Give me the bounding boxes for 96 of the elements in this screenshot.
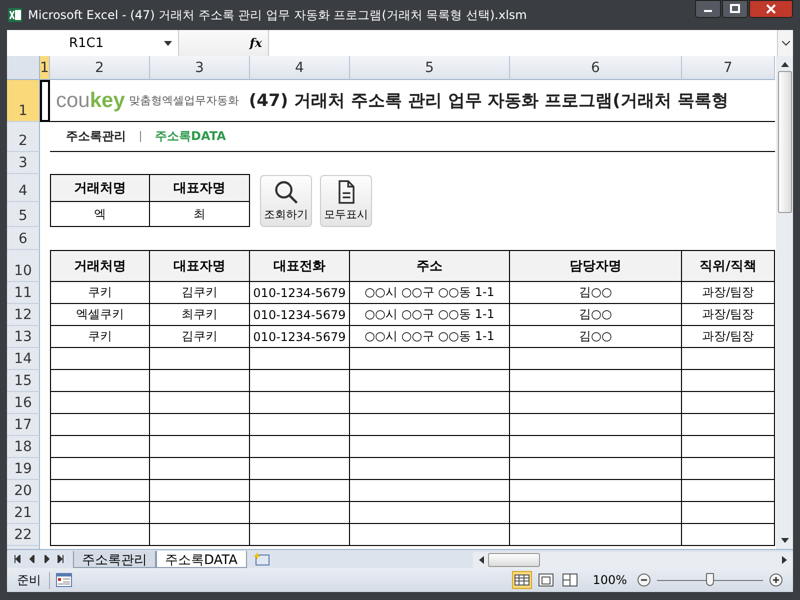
sheet-tab[interactable]: 주소록DATA bbox=[156, 551, 246, 568]
row-header[interactable]: 1 bbox=[7, 80, 40, 122]
document-button[interactable]: 모두표시 bbox=[320, 174, 372, 226]
sheet-title: (47) 거래처 주소록 관리 업무 자동화 프로그램(거래처 목록형 bbox=[248, 90, 728, 112]
row-header[interactable]: 22 bbox=[7, 524, 40, 546]
column-heading: 주소 bbox=[350, 250, 510, 282]
column-header[interactable]: 5 bbox=[350, 56, 510, 80]
table-cell: ○○시 ○○구 ○○동 1-1 bbox=[350, 282, 510, 304]
row-header[interactable]: 10 bbox=[7, 250, 40, 282]
column-header[interactable]: 1 bbox=[40, 56, 50, 80]
close-button[interactable] bbox=[749, 0, 793, 18]
row-header[interactable]: 12 bbox=[7, 304, 40, 326]
table-cell: ○○시 ○○구 ○○동 1-1 bbox=[350, 326, 510, 348]
active-cell[interactable] bbox=[40, 80, 50, 122]
zoom-level[interactable]: 100% bbox=[592, 573, 627, 587]
column-header[interactable]: 7 bbox=[682, 56, 775, 80]
table-cell: 최쿠키 bbox=[150, 304, 250, 326]
row-header[interactable]: 16 bbox=[7, 392, 40, 414]
row-header[interactable]: 13 bbox=[7, 326, 40, 348]
scroll-left-icon[interactable] bbox=[479, 556, 484, 564]
minimize-button[interactable] bbox=[695, 0, 721, 18]
maximize-button[interactable] bbox=[722, 0, 748, 18]
column-heading: 직위/직책 bbox=[682, 250, 775, 282]
search-button[interactable]: 조회하기 bbox=[260, 174, 312, 226]
column-heading: 거래처명 bbox=[50, 250, 150, 282]
insert-sheet-icon[interactable] bbox=[252, 552, 270, 566]
macro-record-icon[interactable] bbox=[56, 573, 72, 587]
table-cell: 쿠키 bbox=[50, 326, 150, 348]
row-header[interactable]: 11 bbox=[7, 282, 40, 304]
zoom-in-icon[interactable] bbox=[769, 573, 783, 587]
window-title: Microsoft Excel - (47) 거래처 주소록 관리 업무 자동화 프로그램(거래처 목록형 선택).xlsm bbox=[28, 6, 528, 24]
row-header[interactable]: 4 bbox=[7, 174, 40, 202]
table-cell: 010-1234-5679 bbox=[250, 326, 350, 348]
caret-icon bbox=[164, 40, 172, 46]
scrollbar-thumb[interactable] bbox=[488, 553, 540, 567]
excel-app-icon bbox=[7, 7, 23, 23]
scroll-up-icon[interactable] bbox=[780, 62, 788, 67]
page-layout-icon[interactable] bbox=[536, 572, 555, 588]
scrollbar-thumb[interactable] bbox=[778, 71, 792, 213]
row-header[interactable]: 20 bbox=[7, 480, 40, 502]
search-input-cell[interactable]: 엑 bbox=[50, 202, 150, 227]
insert-function-button[interactable]: fx bbox=[250, 36, 262, 50]
scroll-down-icon[interactable] bbox=[780, 538, 788, 543]
logo-tagline: 맞춤형엑셀업무자동화 bbox=[128, 93, 239, 108]
search-input-cell[interactable]: 최 bbox=[150, 202, 250, 227]
search-header-cell: 대표자명 bbox=[150, 174, 250, 202]
sheet-link[interactable]: 주소록DATA bbox=[155, 128, 226, 145]
table-cell: 쿠키 bbox=[50, 282, 150, 304]
search-header-cell: 거래처명 bbox=[50, 174, 150, 202]
scroll-right-icon[interactable] bbox=[782, 556, 787, 564]
table-cell: 과장/팀장 bbox=[682, 282, 775, 304]
row-header[interactable]: 18 bbox=[7, 436, 40, 458]
table-cell: ○○시 ○○구 ○○동 1-1 bbox=[350, 304, 510, 326]
status-text: 준비 bbox=[17, 572, 50, 588]
table-cell: 010-1234-5679 bbox=[250, 304, 350, 326]
maximize-icon bbox=[730, 4, 740, 14]
row-header[interactable]: 14 bbox=[7, 348, 40, 370]
row-header[interactable]: 17 bbox=[7, 414, 40, 436]
table-cell: 엑셀쿠키 bbox=[50, 304, 150, 326]
row-header[interactable]: 21 bbox=[7, 502, 40, 524]
row-header[interactable]: 5 bbox=[7, 202, 40, 227]
normal-view-icon[interactable] bbox=[512, 572, 531, 588]
table-cell: 과장/팀장 bbox=[682, 326, 775, 348]
column-header[interactable]: 6 bbox=[510, 56, 682, 80]
table-cell: 010-1234-5679 bbox=[250, 282, 350, 304]
table-cell: 김○○ bbox=[510, 326, 682, 348]
column-header[interactable]: 2 bbox=[50, 56, 150, 80]
chevron-down-icon bbox=[782, 40, 790, 46]
zoom-slider-thumb[interactable] bbox=[706, 572, 714, 586]
search-icon bbox=[273, 179, 299, 205]
row-header[interactable]: 6 bbox=[7, 227, 40, 250]
sheet-link[interactable]: 주소록관리 bbox=[66, 128, 126, 145]
horizontal-scrollbar[interactable] bbox=[473, 552, 793, 568]
column-heading: 대표전화 bbox=[250, 250, 350, 282]
page-break-icon[interactable] bbox=[560, 572, 579, 588]
row-header[interactable]: 2 bbox=[7, 122, 40, 152]
tab-navigation-icon[interactable] bbox=[13, 555, 65, 563]
table-cell: 과장/팀장 bbox=[682, 304, 775, 326]
expand-formula-button[interactable] bbox=[777, 30, 793, 56]
row-header[interactable]: 19 bbox=[7, 458, 40, 480]
row-header[interactable]: 15 bbox=[7, 370, 40, 392]
close-icon bbox=[766, 4, 776, 14]
row-header[interactable]: 3 bbox=[7, 152, 40, 174]
column-heading: 대표자명 bbox=[150, 250, 250, 282]
name-box[interactable]: R1C1 bbox=[7, 30, 179, 56]
table-cell: 김쿠키 bbox=[150, 326, 250, 348]
logo: coukey bbox=[56, 88, 125, 112]
table-cell: 김쿠키 bbox=[150, 282, 250, 304]
column-header[interactable]: 3 bbox=[150, 56, 250, 80]
column-header[interactable]: 4 bbox=[250, 56, 350, 80]
table-cell: 김○○ bbox=[510, 282, 682, 304]
sheet-tab[interactable]: 주소록관리 bbox=[73, 551, 156, 568]
zoom-out-icon[interactable] bbox=[637, 573, 651, 587]
column-heading: 담당자명 bbox=[510, 250, 682, 282]
table-cell: 김○○ bbox=[510, 304, 682, 326]
vertical-scrollbar[interactable] bbox=[776, 56, 793, 549]
